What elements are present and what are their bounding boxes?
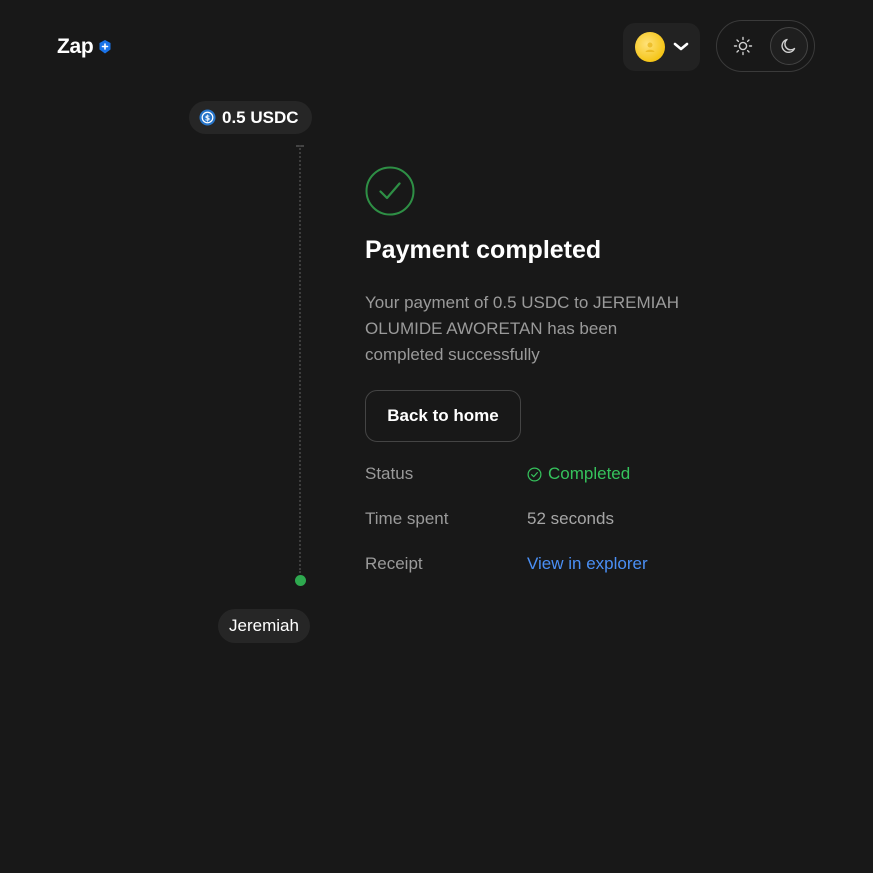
- dark-mode-button[interactable]: [770, 27, 808, 65]
- avatar: [634, 32, 665, 62]
- receipt-value: View in explorer: [527, 554, 648, 574]
- check-circle-small-icon: [527, 467, 542, 481]
- account-menu-button[interactable]: [623, 23, 700, 71]
- light-mode-button[interactable]: [724, 27, 762, 65]
- amount-pill: $ 0.5 USDC: [189, 101, 312, 134]
- status-label: Status: [365, 464, 414, 483]
- chevron-down-icon: [673, 42, 688, 51]
- view-in-explorer-link[interactable]: View in explorer: [527, 554, 648, 574]
- page-title: Payment completed: [365, 236, 602, 264]
- status-text: Completed: [548, 464, 631, 483]
- receipt-label: Receipt: [365, 554, 423, 573]
- svg-text:$: $: [205, 113, 210, 122]
- time-spent-value: 52 seconds: [527, 509, 614, 528]
- recipient-pill: Jeremiah: [218, 609, 310, 643]
- check-circle-icon: [365, 166, 415, 216]
- usdc-icon: $: [199, 109, 216, 126]
- timeline-line: [299, 145, 301, 573]
- logo-text: Zap: [57, 35, 94, 58]
- verified-badge-icon: [99, 40, 111, 54]
- recipient-label: Jeremiah: [229, 616, 299, 635]
- time-spent-label: Time spent: [365, 509, 449, 528]
- result-message: Your payment of 0.5 USDC to JEREMIAH OLU…: [365, 293, 680, 364]
- back-to-home-button[interactable]: Back to home: [365, 390, 521, 442]
- theme-toggle: [716, 20, 815, 72]
- moon-icon: [781, 38, 796, 53]
- timeline-end-dot: [295, 575, 306, 586]
- user-avatar-icon: [645, 42, 654, 52]
- status-value: Completed: [527, 464, 630, 484]
- amount-label: 0.5 USDC: [222, 107, 299, 127]
- sun-icon: [733, 36, 753, 56]
- payment-page: Zap $ 0.5 USDC Jeremiah Payment complete…: [0, 0, 873, 873]
- app-logo[interactable]: Zap: [57, 35, 113, 59]
